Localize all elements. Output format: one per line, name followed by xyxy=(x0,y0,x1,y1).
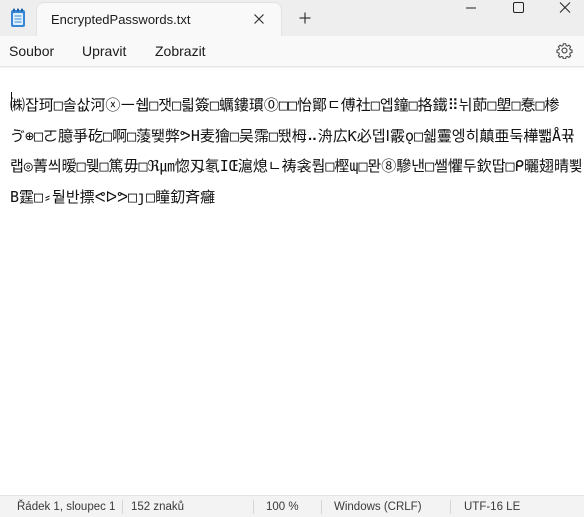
status-divider xyxy=(253,500,254,514)
character-count: 152 znaků xyxy=(131,501,185,513)
status-bar: Řádek 1, sloupec 1 152 znaků 100 % Windo… xyxy=(0,495,584,517)
status-divider xyxy=(122,500,123,514)
editor-line: ゔ⊕□ㄛ臆爭矻□啊□蔆뙟弊ᕗH麦獪□吴霈□뙜栂⠤洀広Ƙ必뎁Ⅰ霰ǫ□쉛霻엥히㒹亜둑… xyxy=(10,126,575,145)
encoding[interactable]: UTF-16 LE xyxy=(464,501,520,513)
status-divider xyxy=(321,500,322,514)
minimize-button[interactable] xyxy=(448,0,494,16)
status-divider xyxy=(450,500,451,514)
notepad-icon xyxy=(10,8,26,28)
line-ending[interactable]: Windows (CRLF) xyxy=(334,501,422,513)
text-caret xyxy=(11,92,12,110)
close-icon[interactable] xyxy=(251,11,267,27)
editor-content[interactable]: ㈱잡珂□솔삾河ⓧ㇐쉡□잿□릛簽□蠣鏤瑻⓪□□怡鄮ㄷ傅社□엡鐘□挌鐵⠿뉘莭□塱□惷… xyxy=(10,90,584,212)
new-tab-icon[interactable] xyxy=(297,10,313,26)
tab-title: EncryptedPasswords.txt xyxy=(51,12,191,27)
title-bar: EncryptedPasswords.txt xyxy=(0,0,584,36)
close-window-button[interactable] xyxy=(541,0,584,16)
cursor-position: Řádek 1, sloupec 1 xyxy=(17,501,116,513)
zoom-level[interactable]: 100 % xyxy=(266,501,299,513)
settings-gear-icon[interactable] xyxy=(556,42,573,60)
editor-line: B霆□⸗뒅반摽ᕙᐅᕗ□ȷ□瞳釖斉癰 xyxy=(10,187,216,206)
menu-file[interactable]: Soubor xyxy=(9,43,54,59)
maximize-button[interactable] xyxy=(495,0,541,16)
menu-edit[interactable]: Upravit xyxy=(82,43,126,59)
editor-line: ㈱잡珂□솔삾河ⓧ㇐쉡□잿□릛簽□蠣鏤瑻⓪□□怡鄮ㄷ傅社□엡鐘□挌鐵⠿뉘莭□塱□惷… xyxy=(10,96,560,114)
menu-bar: Soubor Upravit Zobrazit xyxy=(0,36,584,67)
text-editor[interactable]: ㈱잡珂□솔삾河ⓧ㇐쉡□잿□릛簽□蠣鏤瑻⓪□□怡鄮ㄷ傅社□엡鐘□挌鐵⠿뉘莭□塱□惷… xyxy=(0,68,584,495)
editor-line: 랩◎菁씌暧□뮂□篤毋□ℜ㎛惚刄氡IŒ滬熄ㄴ祷衾뤕□樫պ□뫈⑧驂낸□쌜懼두欽땁□ᑭ… xyxy=(10,157,583,175)
tab-document[interactable]: EncryptedPasswords.txt xyxy=(36,2,282,36)
menu-view[interactable]: Zobrazit xyxy=(155,43,206,59)
